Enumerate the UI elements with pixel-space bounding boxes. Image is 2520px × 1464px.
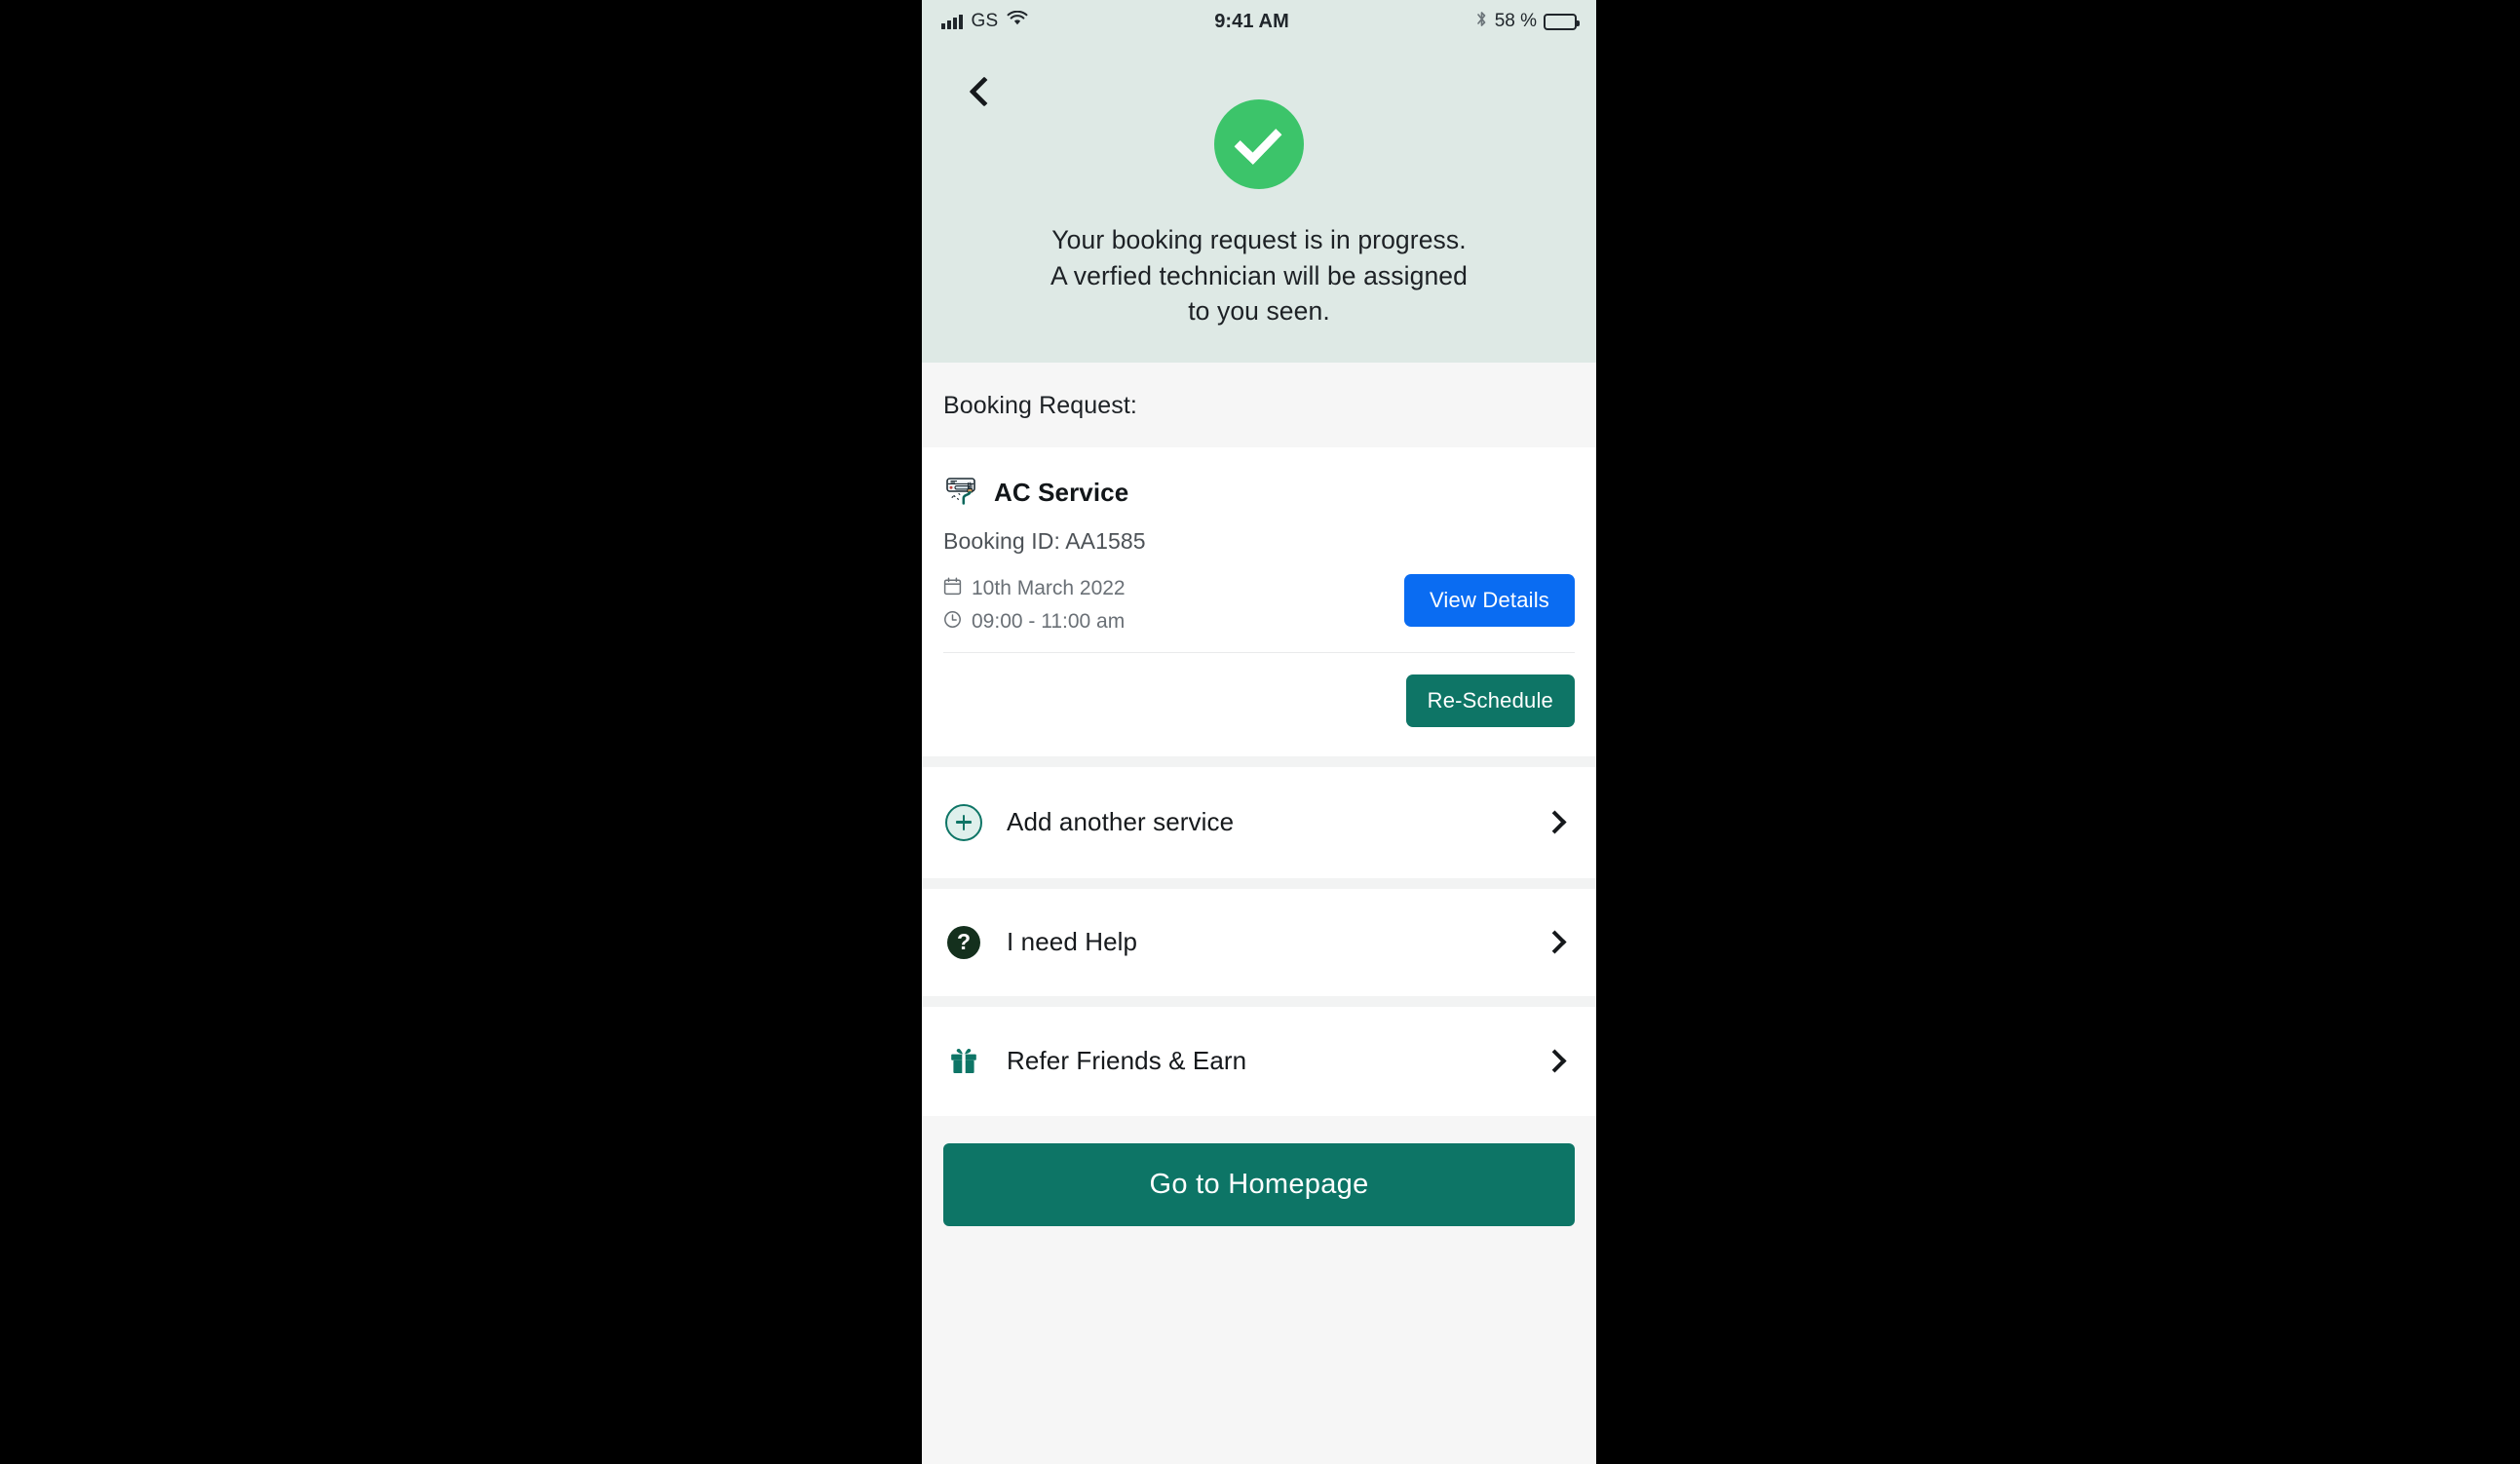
success-hero: Your booking request is in progress. A v… (922, 43, 1596, 363)
booking-id: Booking ID: AA1585 (943, 527, 1146, 554)
reschedule-button[interactable]: Re-Schedule (1405, 674, 1575, 727)
clock-icon (943, 610, 962, 635)
booking-date: 10th March 2022 (972, 577, 1126, 600)
chevron-right-icon (1543, 1049, 1567, 1073)
menu-item-i-need-help[interactable]: ? I need Help (922, 888, 1596, 996)
check-circle-icon (1214, 99, 1304, 189)
calendar-icon (943, 577, 962, 601)
success-message: Your booking request is in progress. A v… (986, 222, 1532, 329)
air-conditioner-icon (943, 471, 982, 515)
success-message-line-2: A verfied technician will be assigned (1050, 260, 1468, 290)
wifi-icon (1007, 10, 1028, 32)
success-message-line-3: to you seen. (1188, 296, 1330, 327)
bluetooth-icon (1475, 10, 1488, 34)
plus-circle-icon (943, 803, 984, 841)
booking-request-title: Booking Request: (922, 362, 1596, 447)
signal-bars-icon (941, 14, 963, 29)
datetime-group: 10th March 2022 09:00 - 11:00 am (943, 574, 1126, 635)
menu-item-label: Refer Friends & Earn (1007, 1046, 1247, 1076)
checkmark-glyph (1233, 115, 1282, 165)
battery-icon (1544, 13, 1580, 30)
booking-time: 09:00 - 11:00 am (972, 610, 1126, 634)
chevron-right-icon (1543, 810, 1567, 834)
status-bar-right: 58 % (1475, 10, 1580, 34)
status-bar: GS 9:41 AM 58 % (922, 0, 1596, 43)
menu-item-label: I need Help (1007, 927, 1138, 957)
datetime-row: 10th March 2022 09:00 - 11:00 am View De… (943, 573, 1575, 653)
section-divider (922, 755, 1596, 767)
back-button[interactable] (963, 70, 1006, 113)
back-chevron-icon (969, 76, 1000, 107)
chevron-right-icon (1543, 930, 1567, 954)
booking-card: AC Service Booking ID: AA1585 10th March… (922, 446, 1596, 756)
view-details-button[interactable]: View Details (1403, 573, 1575, 627)
section-divider (922, 877, 1596, 889)
footer-area: Go to Homepage (922, 1115, 1596, 1464)
screenshot-stage: GS 9:41 AM 58 % Your booking request is … (0, 0, 2520, 1464)
gift-icon (943, 1044, 984, 1079)
go-to-homepage-button[interactable]: Go to Homepage (943, 1142, 1575, 1226)
booking-date-line: 10th March 2022 (943, 577, 1126, 601)
service-header: AC Service (943, 471, 1575, 515)
booking-time-line: 09:00 - 11:00 am (943, 610, 1126, 635)
menu-item-label: Add another service (1007, 807, 1235, 837)
content-area: Booking Request: AC Service Booking ID: … (922, 362, 1596, 1464)
reschedule-row: Re-Schedule (943, 653, 1575, 752)
phone-screen: GS 9:41 AM 58 % Your booking request is … (922, 0, 1596, 1464)
status-bar-left: GS (941, 10, 1028, 32)
menu-item-add-another-service[interactable]: Add another service (922, 766, 1596, 878)
menu-item-refer-friends[interactable]: Refer Friends & Earn (922, 1006, 1596, 1116)
status-bar-clock: 9:41 AM (1214, 10, 1289, 32)
success-message-line-1: Your booking request is in progress. (1051, 225, 1467, 254)
question-mark-circle-icon: ? (943, 925, 984, 959)
section-divider (922, 995, 1596, 1007)
battery-percent-label: 58 % (1494, 11, 1537, 31)
carrier-label: GS (971, 11, 999, 31)
service-name: AC Service (994, 477, 1129, 507)
success-icon-wrap (922, 43, 1596, 189)
